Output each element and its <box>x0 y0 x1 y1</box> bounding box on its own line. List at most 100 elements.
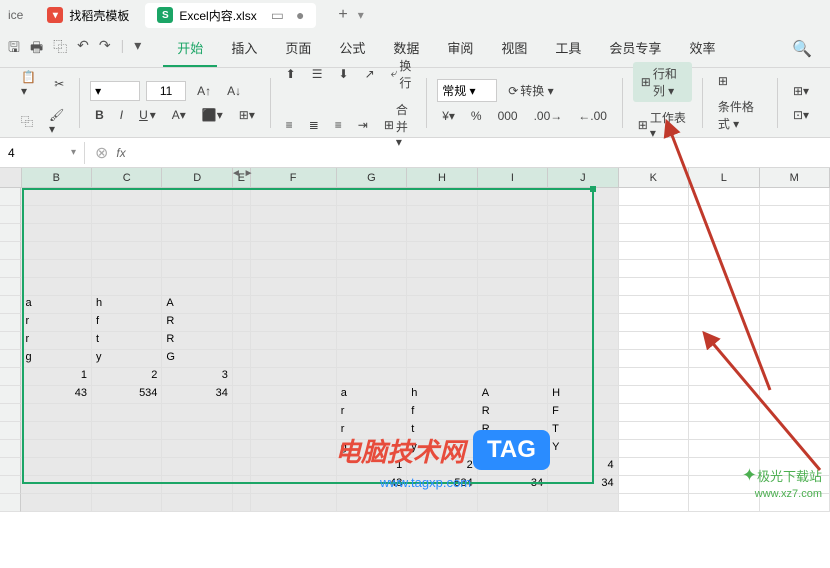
cell[interactable] <box>233 296 251 314</box>
cell[interactable]: y <box>92 350 162 368</box>
cell[interactable] <box>407 332 477 350</box>
cell[interactable] <box>233 242 251 260</box>
cell[interactable] <box>478 188 548 206</box>
row-header[interactable] <box>0 422 21 440</box>
cell[interactable] <box>619 404 689 422</box>
cell[interactable] <box>21 242 91 260</box>
cell[interactable] <box>251 476 337 494</box>
cell[interactable] <box>478 278 548 296</box>
cell[interactable]: a <box>337 386 407 404</box>
indent-icon[interactable]: ⇥ <box>353 115 373 135</box>
cell[interactable] <box>478 206 548 224</box>
cell[interactable]: h <box>407 386 477 404</box>
cell[interactable] <box>233 350 251 368</box>
cell[interactable]: r <box>21 332 91 350</box>
cell[interactable] <box>21 206 91 224</box>
cell[interactable] <box>337 368 407 386</box>
cell[interactable] <box>337 314 407 332</box>
cell[interactable] <box>548 332 618 350</box>
cell[interactable]: H <box>548 386 618 404</box>
tab-templates[interactable]: ▾ 找稻壳模板 <box>35 3 141 28</box>
menu-insert[interactable]: 插入 <box>217 30 271 67</box>
print-icon[interactable]: 🖶 <box>30 37 43 61</box>
cell[interactable] <box>233 476 251 494</box>
cell[interactable] <box>233 440 251 458</box>
cell[interactable] <box>407 278 477 296</box>
menu-view[interactable]: 视图 <box>487 30 541 67</box>
cell[interactable]: Y <box>548 440 618 458</box>
align-bottom-icon[interactable]: ⬇ <box>334 64 354 84</box>
cell[interactable] <box>478 296 548 314</box>
cell[interactable]: R <box>162 314 232 332</box>
cell[interactable] <box>478 314 548 332</box>
cell[interactable]: g <box>21 350 91 368</box>
cell[interactable] <box>92 440 162 458</box>
new-tab-button[interactable]: + <box>338 6 347 24</box>
row-header[interactable] <box>0 188 21 206</box>
name-box[interactable]: 4 ▾ <box>0 142 85 164</box>
search-icon[interactable]: 🔍 <box>782 39 822 59</box>
row-header[interactable] <box>0 368 21 386</box>
cell[interactable] <box>619 494 689 512</box>
cell[interactable] <box>478 368 548 386</box>
cell[interactable]: f <box>92 314 162 332</box>
cell[interactable] <box>21 422 91 440</box>
tab-dot-icon[interactable]: ● <box>296 7 304 24</box>
align-left-icon[interactable]: ≡ <box>281 115 298 135</box>
cell[interactable]: 34 <box>548 476 618 494</box>
cell[interactable] <box>407 494 477 512</box>
cell[interactable] <box>337 188 407 206</box>
cell[interactable] <box>162 242 232 260</box>
align-center-icon[interactable]: ≣ <box>304 115 324 135</box>
cell[interactable] <box>407 368 477 386</box>
cell[interactable] <box>548 368 618 386</box>
cell[interactable] <box>233 314 251 332</box>
number-format-select[interactable]: 常规 ▾ <box>437 79 497 102</box>
cell[interactable] <box>619 440 689 458</box>
paste-icon[interactable]: 📋▾ <box>16 67 43 101</box>
cell[interactable]: a <box>21 296 91 314</box>
cell[interactable] <box>92 206 162 224</box>
cell[interactable] <box>162 458 232 476</box>
cell[interactable] <box>92 188 162 206</box>
cell[interactable] <box>251 422 337 440</box>
cell[interactable]: G <box>162 350 232 368</box>
cell[interactable] <box>337 332 407 350</box>
cell[interactable] <box>233 422 251 440</box>
cell[interactable] <box>478 224 548 242</box>
cell[interactable]: 534 <box>92 386 162 404</box>
cell[interactable]: 2 <box>92 368 162 386</box>
cell[interactable] <box>233 332 251 350</box>
cell[interactable] <box>251 278 337 296</box>
cell[interactable] <box>548 278 618 296</box>
cell[interactable] <box>233 458 251 476</box>
cell[interactable] <box>407 350 477 368</box>
cell[interactable]: 1 <box>21 368 91 386</box>
cell[interactable] <box>233 494 251 512</box>
cell[interactable] <box>548 206 618 224</box>
col-header-D[interactable]: D <box>162 168 232 187</box>
merge-button[interactable]: ⊞ 合并 ▾ <box>379 98 417 152</box>
tab-excel-file[interactable]: S Excel内容.xlsx ▭ ● <box>145 3 316 28</box>
bold-icon[interactable]: B <box>90 105 109 125</box>
border-icon[interactable]: ⊞▾ <box>234 105 260 125</box>
cell[interactable]: r <box>21 314 91 332</box>
tab-menu-button[interactable]: ▾ <box>358 8 364 22</box>
row-header[interactable] <box>0 206 21 224</box>
cell[interactable] <box>407 296 477 314</box>
preview-icon[interactable]: ⿻ <box>53 37 67 61</box>
cell[interactable]: f <box>407 404 477 422</box>
cell[interactable] <box>21 494 91 512</box>
font-select[interactable]: ▾ <box>90 81 140 101</box>
cell[interactable]: 3 <box>162 368 232 386</box>
cell[interactable] <box>92 422 162 440</box>
cell[interactable] <box>251 440 337 458</box>
cell[interactable] <box>162 224 232 242</box>
more-icon[interactable]: ⊡▾ <box>788 105 814 125</box>
row-header[interactable] <box>0 314 21 332</box>
cell[interactable] <box>21 458 91 476</box>
cell[interactable] <box>92 224 162 242</box>
row-header[interactable] <box>0 224 21 242</box>
cell[interactable] <box>337 494 407 512</box>
cell[interactable] <box>619 476 689 494</box>
